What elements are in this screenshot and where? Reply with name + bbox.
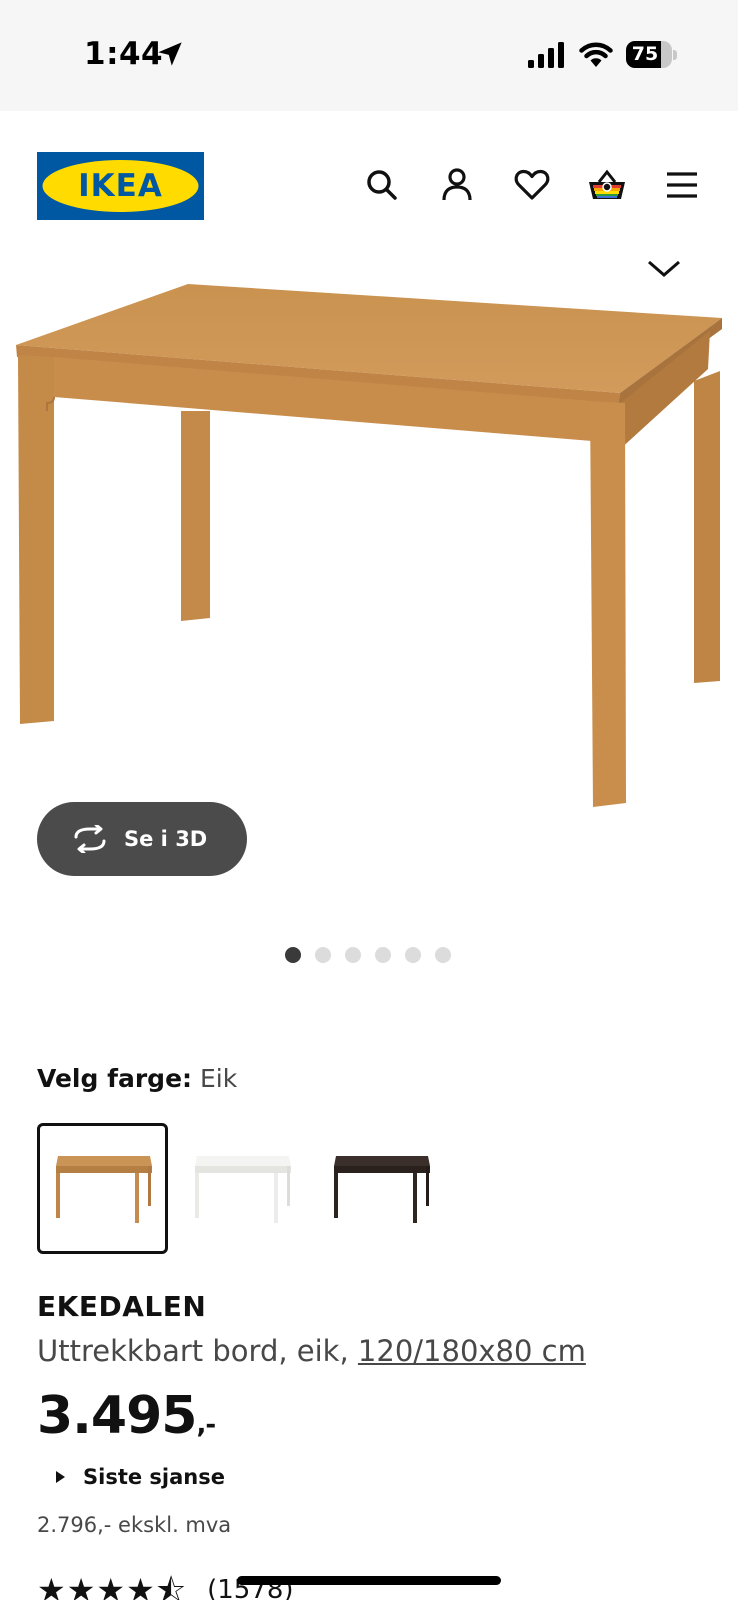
last-chance-label: Siste sjanse [83, 1465, 225, 1489]
color-swatch-black-brown[interactable] [315, 1123, 446, 1254]
location-arrow-icon [158, 42, 182, 66]
menu-icon[interactable] [660, 163, 704, 207]
search-icon[interactable] [360, 163, 404, 207]
pagination-dot[interactable] [375, 947, 391, 963]
pagination-dot[interactable] [405, 947, 421, 963]
pagination-dot[interactable] [435, 947, 451, 963]
product-description: Uttrekkbart bord, eik, 120/180x80 cm [37, 1334, 586, 1368]
rating-stars-icon: ★★★★⯪ [37, 1571, 188, 1600]
product-description-text: Uttrekkbart bord, eik, [37, 1334, 358, 1368]
heart-icon[interactable] [510, 163, 554, 207]
price-suffix: ,- [196, 1410, 216, 1440]
color-selected-value: Eik [199, 1064, 238, 1093]
product-measurement-link[interactable]: 120/180x80 cm [358, 1334, 586, 1368]
price-excl-vat: 2.796,- ekskl. mva [37, 1513, 232, 1537]
ikea-logo[interactable]: IKEA [37, 152, 204, 220]
color-selector-label: Velg farge: Eik [37, 1064, 237, 1093]
pagination-dot[interactable] [345, 947, 361, 963]
product-price: 3.495,- [37, 1386, 216, 1446]
battery-indicator: 75 [626, 41, 677, 68]
logo-text: IKEA [78, 168, 163, 204]
view-in-3d-button[interactable]: Se i 3D [37, 802, 247, 876]
pagination-dot[interactable] [315, 947, 331, 963]
wifi-icon [579, 42, 613, 67]
home-indicator[interactable] [237, 1576, 501, 1585]
pagination-dot[interactable] [285, 947, 301, 963]
expand-triangle-icon [56, 1471, 65, 1483]
color-swatch-white[interactable] [176, 1123, 307, 1254]
rotate-3d-icon [74, 825, 106, 853]
account-icon[interactable] [435, 163, 479, 207]
cart-icon[interactable] [585, 163, 629, 207]
status-bar: 1:44 75 [0, 0, 738, 111]
last-chance-toggle[interactable]: Siste sjanse [56, 1465, 225, 1489]
site-header: IKEA [0, 111, 738, 251]
product-name: EKEDALEN [37, 1290, 207, 1323]
color-swatch-oak[interactable] [37, 1123, 168, 1254]
battery-level-text: 75 [631, 43, 659, 65]
status-time: 1:44 [84, 36, 164, 72]
cellular-signal-icon [528, 42, 564, 68]
image-pagination [285, 947, 451, 963]
chevron-down-icon[interactable] [644, 254, 684, 282]
view-in-3d-label: Se i 3D [124, 827, 208, 851]
color-label-prefix: Velg farge: [37, 1064, 193, 1093]
price-value: 3.495 [37, 1386, 197, 1446]
